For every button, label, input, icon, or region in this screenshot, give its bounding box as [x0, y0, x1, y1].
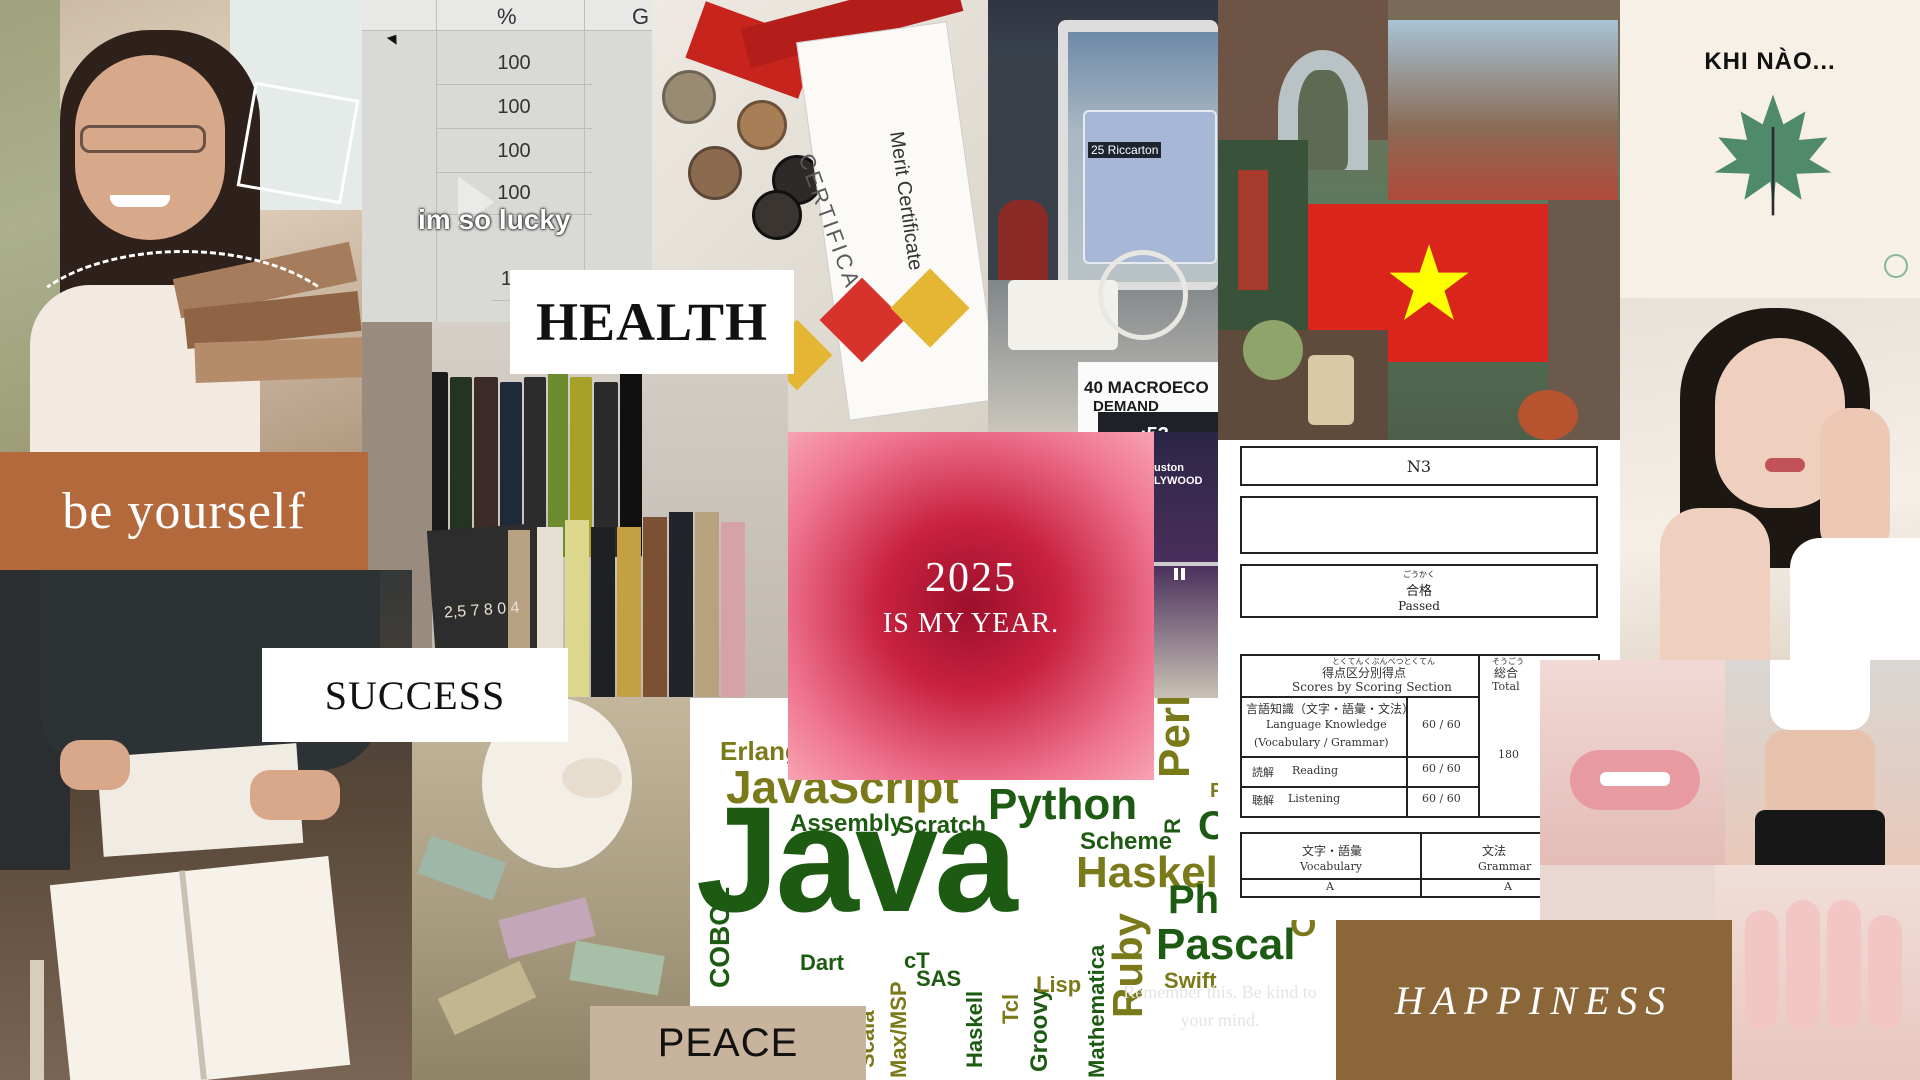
lang-tag: Haskell — [962, 990, 987, 1068]
jlpt-grammar-jp: 文法 — [1482, 844, 1507, 858]
jlpt-total-en: Total — [1492, 680, 1520, 693]
music-title: uston LYWOOD — [1154, 462, 1203, 487]
jlpt-reading-en: Reading — [1292, 764, 1339, 777]
health-text: HEALTH — [535, 292, 769, 352]
music-app-screenshot: uston LYWOOD — [1154, 432, 1218, 698]
woman-photo — [0, 0, 362, 452]
jlpt-total-score: 180 — [1498, 748, 1519, 761]
sheet-cell: 100 — [436, 42, 592, 85]
star-icon — [1386, 240, 1472, 326]
lang-tag: Tcl — [998, 993, 1023, 1024]
year-card: 2025 IS MY YEAR. — [788, 432, 1154, 780]
jlpt-grammar-grade: A — [1504, 880, 1512, 893]
jlpt-lang-en: Language Knowledge — [1266, 718, 1387, 731]
jlpt-result-jp: 合格 — [1405, 584, 1432, 599]
jlpt-listening-en: Listening — [1288, 792, 1341, 805]
portrait-photo — [1620, 298, 1920, 660]
java-big-text: Java — [696, 775, 1018, 943]
happiness-text: HAPPINESS — [1394, 977, 1674, 1023]
jlpt-scores-header-jp: 得点区分別得点 — [1322, 666, 1407, 680]
be-yourself-text: be yourself — [62, 482, 306, 540]
jlpt-grammar-en: Grammar — [1478, 860, 1532, 873]
jlpt-blank-box — [1240, 496, 1598, 554]
sheet-cell: 100 — [436, 130, 592, 173]
lang-tag: R — [1160, 818, 1185, 834]
be-yourself-label: be yourself — [0, 452, 368, 570]
peace-text: PEACE — [657, 1020, 799, 1065]
sheet-caption: im so lucky — [418, 204, 571, 235]
phone-time: :53 — [1140, 424, 1169, 432]
jlpt-result-ruby: ごうかく — [1403, 570, 1435, 579]
vietnam-collage-photo — [1218, 0, 1620, 440]
bus-route-sign: 25 Riccarton — [1088, 142, 1162, 158]
khi-nao-card: KHI NÀO... — [1620, 0, 1920, 298]
jlpt-listening-jp: 聴解 — [1252, 794, 1274, 807]
jlpt-level-box: N3 — [1240, 446, 1598, 486]
books-photo: 2,5 7 8 0 4 — [362, 322, 788, 698]
lang-tag: Ph — [1168, 878, 1220, 922]
lang-tag: SAS — [916, 966, 962, 991]
book-title: 40 MACROECO — [1084, 378, 1209, 397]
year-number: 2025 — [925, 555, 1017, 601]
desk-laptop-photo: 25 Riccarton 40 MACROECO DEMAND :53 — [988, 0, 1218, 432]
jlpt-lang-score: 60 / 60 — [1422, 718, 1461, 731]
maple-leaf-icon — [1708, 88, 1838, 218]
jlpt-vocab-grade: A — [1326, 880, 1334, 893]
jlpt-total-jp: 総合 — [1494, 666, 1519, 680]
jlpt-scores-header-en: Scores by Scoring Section — [1292, 680, 1452, 694]
jlpt-reading-jp: 読解 — [1252, 766, 1274, 779]
lang-tag: Pascal — [1156, 920, 1296, 969]
faint-quote: Remember this. Be kind to your mind. — [1123, 982, 1317, 1030]
lang-tag: Groovy — [1026, 987, 1053, 1072]
sheet-header-right: G — [632, 4, 650, 29]
year-subtitle: IS MY YEAR. — [882, 608, 1060, 639]
jlpt-lang-jp: 言語知識（文字・語彙・文法） — [1246, 702, 1415, 716]
jlpt-vocab-jp: 文字・語彙 — [1302, 844, 1363, 858]
lang-tag: Perl — [1150, 698, 1199, 778]
sheet-cell: 100 — [436, 86, 592, 129]
success-label: SUCCESS — [262, 648, 568, 742]
cursor-icon — [386, 31, 402, 45]
peace-label: PEACE — [590, 1006, 866, 1080]
jlpt-reading-score: 60 / 60 — [1422, 762, 1461, 775]
health-label: HEALTH — [510, 270, 794, 374]
khi-nao-text: KHI NÀO... — [1704, 48, 1836, 75]
success-text: SUCCESS — [324, 672, 506, 718]
jlpt-result-box: ごうかく 合格 Passed — [1240, 564, 1598, 618]
studying-photo — [0, 570, 412, 1080]
sheet-header: % — [497, 4, 517, 29]
jlpt-lang-en2: (Vocabulary / Grammar) — [1254, 736, 1389, 749]
jlpt-result-en: Passed — [1398, 599, 1440, 613]
lang-tag: Max/MSP — [886, 981, 911, 1078]
lang-tag: Lisp — [1036, 972, 1082, 997]
happiness-label: HAPPINESS — [1336, 920, 1732, 1080]
jlpt-level: N3 — [1406, 456, 1432, 476]
lang-tag: Dart — [800, 950, 845, 975]
jlpt-listening-score: 60 / 60 — [1422, 792, 1461, 805]
jlpt-vocab-en: Vocabulary — [1300, 860, 1362, 873]
